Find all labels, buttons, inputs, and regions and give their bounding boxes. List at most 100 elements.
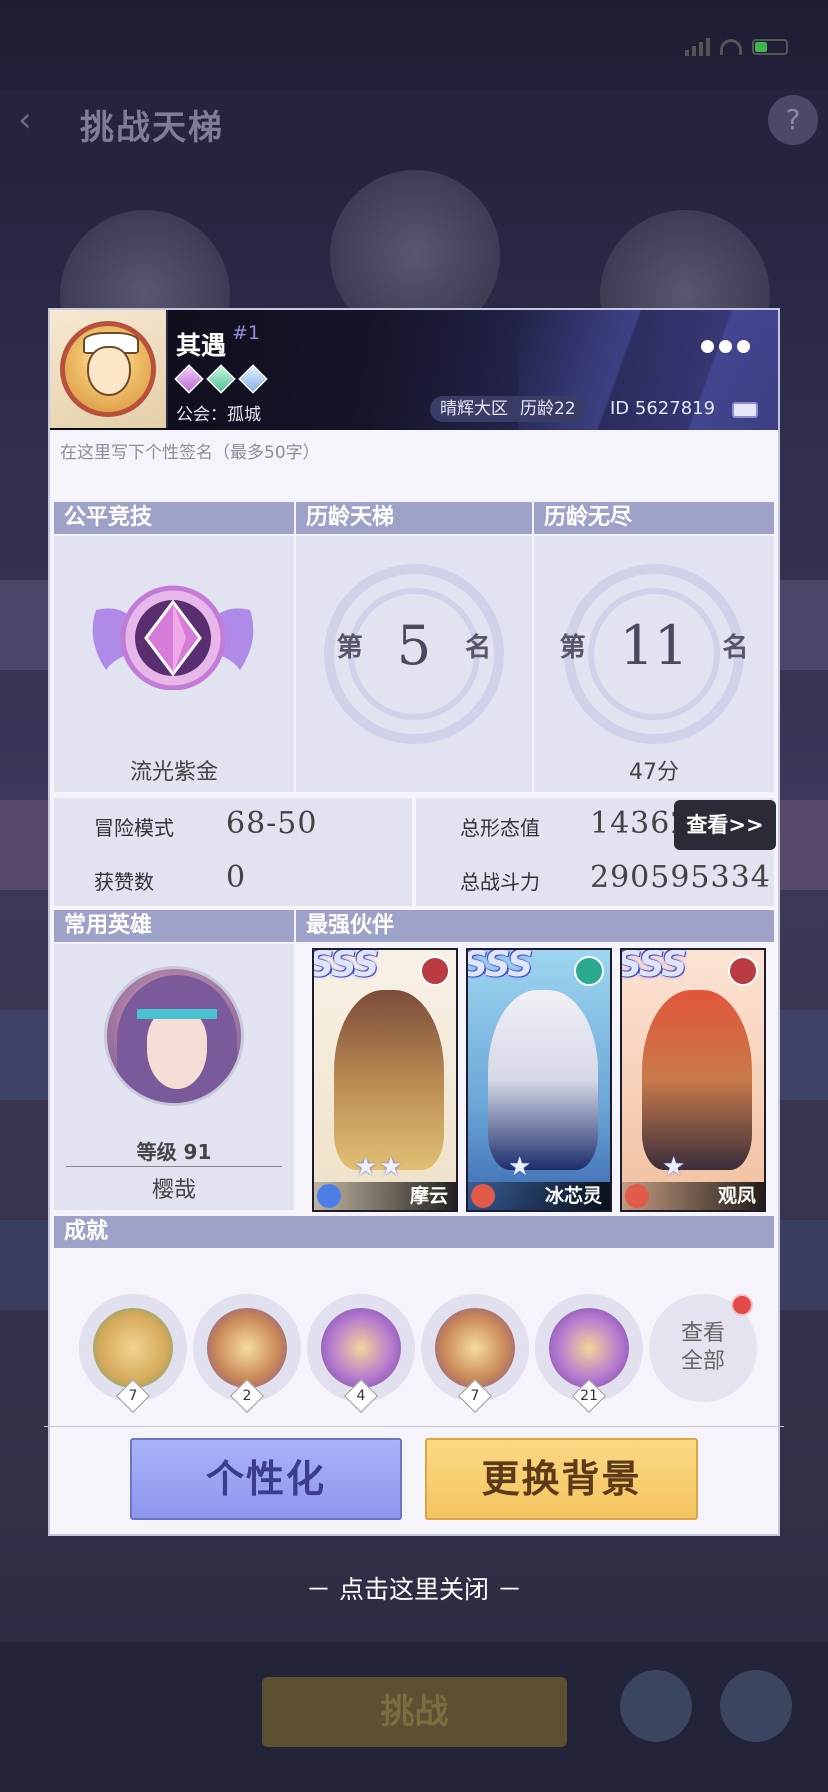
ladder-section-title: 历龄天梯 [296,502,532,534]
achievement-medal-3[interactable]: 4 [307,1294,415,1413]
signal-icon [685,38,710,56]
endless-section-title: 历龄无尽 [534,502,774,534]
view-all-line2: 全部 [680,1349,725,1374]
partner-figure [642,990,752,1170]
partner-stars: ★ [662,1152,688,1182]
ladder-panel[interactable]: 第 5 名 [296,536,532,792]
close-hint[interactable]: － 点击这里关闭 － [0,1570,828,1606]
view-all-achievements-button[interactable]: 查看 全部 [649,1294,757,1402]
partner-stars: ★ [508,1152,534,1182]
help-icon: ? [768,95,818,145]
profile-header: 其遇 #1 公会：孤城 晴辉大区 历龄22 ID 5627819 [50,310,778,430]
partner-figure [334,990,444,1170]
view-all-line1: 查看 [680,1321,725,1346]
achievements-section-title: 成就 [54,1216,774,1248]
partner-name: 冰芯灵 [544,1185,602,1207]
forms-label: 总形态值 [460,816,540,840]
hero-name: 樱哉 [151,1178,196,1203]
partner-stars: ★★ [354,1152,405,1182]
guild-info: 公会：孤城 [176,400,261,425]
hero-portrait [104,966,244,1106]
status-bar [685,38,788,56]
notification-dot-icon [731,1294,753,1316]
player-id: ID 5627819 [610,398,716,419]
adventure-label: 冒险模式 [94,816,174,840]
power-value: 290595334 [590,860,771,895]
achievement-icon [93,1308,173,1388]
guild-name: 孤城 [227,405,261,425]
hero-level: 等级 91 [136,1140,212,1164]
achievement-icon [435,1308,515,1388]
battery-icon [752,39,788,55]
fire-element-icon [728,956,758,986]
achievement-medal-2[interactable]: 2 [193,1294,301,1413]
fire-element-icon [420,956,450,986]
personalize-button[interactable]: 个性化 [130,1438,402,1520]
rank-suffix: 名 [722,633,749,663]
partner-card-2[interactable]: SSS ★ 冰芯灵 [466,948,612,1212]
water-element-icon [574,956,604,986]
partner-name: 观凤 [717,1185,756,1207]
view-forms-button[interactable]: 查看>> [674,800,776,850]
partner-grade: SSS [466,948,533,985]
partner-card-3[interactable]: SSS ★ 观凤 [620,948,766,1212]
server-name: 晴辉大区 [440,399,508,419]
adventure-value: 68-50 [226,806,318,841]
class-icon [625,1184,649,1208]
back-arrow-icon: ‹ [18,100,32,140]
background-round-icon [620,1670,692,1742]
hero-section-title: 常用英雄 [54,910,294,942]
partners-panel: SSS ★★ 摩云 SSS ★ 冰芯灵 SSS ★ 观凤 [296,944,774,1212]
hero-divider [66,1166,282,1167]
purple-gem-icon [174,364,204,394]
signature-input[interactable]: 在这里写下个性签名（最多50字） [60,438,320,463]
achievement-medal-1[interactable]: 7 [79,1294,187,1413]
achievement-medal-5[interactable]: 21 [535,1294,643,1413]
hero-headband [137,1009,217,1019]
likes-label: 获赞数 [94,870,154,894]
achievement-icon [207,1308,287,1388]
class-icon [471,1184,495,1208]
achievement-medal-4[interactable]: 7 [421,1294,529,1413]
partner-card-1[interactable]: SSS ★★ 摩云 [312,948,458,1212]
endless-panel[interactable]: 第 11 名 47分 [534,536,774,792]
background-bottom-bar: 挑战 [0,1642,828,1792]
hero-face [147,1009,207,1089]
player-rank-tag: #1 [232,322,261,344]
blue-gem-icon [238,364,268,394]
ladder-rank-number: 5 [396,614,432,677]
hero-panel[interactable]: 等级 91 樱哉 [54,944,294,1210]
fair-panel[interactable]: 流光紫金 [54,536,294,792]
player-avatar[interactable] [50,310,168,428]
fair-section-title: 公平竞技 [54,502,294,534]
partner-name: 摩云 [409,1185,448,1207]
fair-rank-name: 流光紫金 [129,760,218,785]
gem-badges [174,364,268,394]
avatar-face [87,346,131,396]
rank-prefix: 第 [559,633,586,663]
copy-id-icon[interactable] [732,402,758,418]
achievement-icon [549,1308,629,1388]
rank-prefix: 第 [336,633,363,663]
avatar-frame [60,321,156,417]
achievement-icon [321,1308,401,1388]
change-background-button[interactable]: 更换背景 [425,1438,698,1520]
background-title: 挑战天梯 [80,108,224,148]
partners-section-title: 最强伙伴 [296,910,774,942]
more-options-button[interactable] [701,340,750,353]
class-icon [317,1184,341,1208]
endless-rank: 第 11 名 [534,614,774,677]
power-label: 总战斗力 [460,870,540,894]
green-gem-icon [206,364,236,394]
background-challenge-button: 挑战 [262,1677,567,1747]
bottom-divider [44,1426,784,1427]
partner-figure [488,990,598,1170]
purple-gold-rank-badge-icon [92,585,254,690]
partner-grade: SSS [312,948,379,985]
background-round-icon [720,1670,792,1742]
endless-score: 47分 [629,760,679,785]
wifi-icon [720,39,742,55]
guild-label: 公会： [176,405,227,425]
likes-value: 0 [226,860,247,895]
player-name: 其遇 [176,331,227,360]
